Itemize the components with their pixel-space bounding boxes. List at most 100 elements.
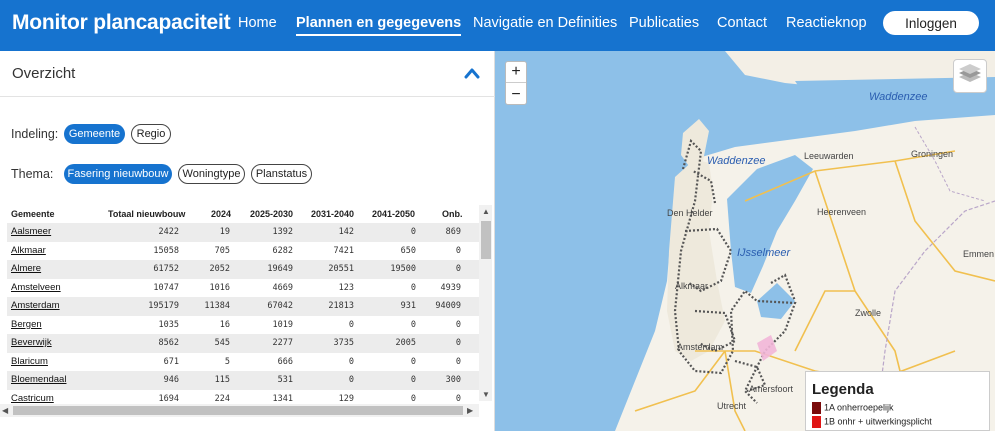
zoom-in-button[interactable]: + xyxy=(506,62,526,83)
table-cell: 1016 xyxy=(209,282,230,293)
gemeente-link[interactable]: Bloemendaal xyxy=(11,374,66,385)
top-navigation-bar: Monitor plancapaciteit Home Plannen en g… xyxy=(0,0,995,51)
indeling-regio-toggle[interactable]: Regio xyxy=(131,124,171,144)
map-label-amersfoort: Amersfoort xyxy=(749,384,794,394)
table-cell: 19649 xyxy=(267,264,293,274)
table-cell: 0 xyxy=(455,393,461,404)
map-label-leeuwarden: Leeuwarden xyxy=(804,151,854,161)
gemeente-link[interactable]: Almere xyxy=(11,263,41,274)
table-row[interactable]: Amsterdam 195179 11384 67042 21813 931 94009 xyxy=(7,297,479,316)
table-cell: 666 xyxy=(277,356,293,367)
table-cell: 142 xyxy=(338,227,354,237)
column-header-gemeente[interactable]: Gemeente xyxy=(11,209,55,219)
legend-item: 1B onhr + uitwerkingsplicht xyxy=(812,416,932,428)
table-cell: 16 xyxy=(219,319,230,330)
map-label-den-helder: Den Helder xyxy=(667,208,713,218)
table-row[interactable]: Bergen 1035 16 1019 0 0 0 xyxy=(7,316,479,335)
table-vertical-scrollbar[interactable]: ▲ ▼ xyxy=(479,205,492,401)
brand-title[interactable]: Monitor plancapaciteit xyxy=(12,11,231,35)
table-cell: 10747 xyxy=(153,282,179,293)
overview-panel: Overzicht Indeling: Gemeente Regio Thema… xyxy=(0,51,495,431)
table-cell: 869 xyxy=(445,227,461,237)
nav-plannen-en-gegevens[interactable]: Plannen en gegegevens xyxy=(296,15,462,36)
scroll-right-icon[interactable]: ▶ xyxy=(467,406,473,415)
table-row[interactable]: Amstelveen 10747 1016 4669 123 0 4939 xyxy=(7,279,479,298)
overview-header[interactable]: Overzicht xyxy=(0,51,495,97)
map-label-emmen: Emmen xyxy=(963,249,995,259)
table-cell: 650 xyxy=(400,245,416,256)
layers-button[interactable] xyxy=(953,59,987,93)
table-horizontal-scrollbar[interactable]: ◀ ▶ xyxy=(0,404,479,417)
map-label-ijsselmeer: IJsselmeer xyxy=(737,247,791,259)
table-cell: 0 xyxy=(455,338,461,348)
layers-icon xyxy=(959,64,981,82)
zoom-out-button[interactable]: − xyxy=(506,84,526,105)
table-row[interactable]: Blaricum 671 5 666 0 0 0 xyxy=(7,353,479,372)
nav-home[interactable]: Home xyxy=(238,15,277,31)
table-cell: 0 xyxy=(410,356,416,367)
table-cell: 671 xyxy=(163,356,179,367)
column-header-2031-2040[interactable]: 2031-2040 xyxy=(311,209,354,219)
column-header-onb[interactable]: Onb. xyxy=(442,209,463,219)
column-header-2041-2050[interactable]: 2041-2050 xyxy=(372,209,415,219)
table-cell: 115 xyxy=(214,375,230,385)
thema-woningtype-toggle[interactable]: Woningtype xyxy=(178,164,245,184)
thema-planstatus-toggle[interactable]: Planstatus xyxy=(251,164,312,184)
gemeente-link[interactable]: Aalsmeer xyxy=(11,226,51,237)
nav-navigatie-en-definities[interactable]: Navigatie en Definities xyxy=(473,15,617,31)
gemeente-link[interactable]: Alkmaar xyxy=(11,245,46,256)
chevron-up-icon[interactable] xyxy=(464,66,480,80)
table-cell: 224 xyxy=(214,393,230,404)
table-cell: 2277 xyxy=(272,338,293,348)
table-cell: 0 xyxy=(410,227,416,237)
table-row[interactable]: Almere 61752 2052 19649 20551 19500 0 xyxy=(7,260,479,279)
nav-reactieknop[interactable]: Reactieknop xyxy=(786,15,867,31)
table-cell: 531 xyxy=(277,375,293,385)
table-cell: 0 xyxy=(410,319,416,330)
table-cell: 1694 xyxy=(158,393,179,404)
table-cell: 0 xyxy=(455,356,461,367)
column-header-2024[interactable]: 2024 xyxy=(211,209,231,219)
table-cell: 2052 xyxy=(209,264,230,274)
map-label-waddenzee: Waddenzee xyxy=(707,155,766,167)
nav-contact[interactable]: Contact xyxy=(717,15,767,31)
table-row[interactable]: Beverwijk 8562 545 2277 3735 2005 0 xyxy=(7,334,479,353)
column-header-2025-2030[interactable]: 2025-2030 xyxy=(250,209,293,219)
table-cell: 1035 xyxy=(158,319,179,330)
column-header-totaal[interactable]: Totaal nieuwbouw xyxy=(108,209,185,219)
table-cell: 15058 xyxy=(153,245,179,256)
gemeente-link[interactable]: Castricum xyxy=(11,393,54,404)
thema-fasering-toggle[interactable]: Fasering nieuwbouw xyxy=(64,164,172,184)
table-cell: 0 xyxy=(410,393,416,404)
gemeente-link[interactable]: Amstelveen xyxy=(11,282,61,293)
scroll-left-icon[interactable]: ◀ xyxy=(2,406,8,415)
gemeente-link[interactable]: Bergen xyxy=(11,319,42,330)
gemeente-link[interactable]: Beverwijk xyxy=(11,337,52,348)
nav-publicaties[interactable]: Publicaties xyxy=(629,15,699,31)
table-row[interactable]: Aalsmeer 2422 19 1392 142 0 869 xyxy=(7,223,479,242)
legend-title: Legenda xyxy=(812,381,874,398)
table-cell: 11384 xyxy=(204,301,230,311)
table-row[interactable]: Alkmaar 15058 705 6282 7421 650 0 xyxy=(7,242,479,261)
table-cell: 4939 xyxy=(440,282,461,293)
table-cell: 8562 xyxy=(158,338,179,348)
login-button[interactable]: Inloggen xyxy=(883,11,979,35)
scroll-thumb-horizontal[interactable] xyxy=(13,406,463,415)
gemeente-link[interactable]: Blaricum xyxy=(11,356,48,367)
map-label-alkmaar: Alkmaar xyxy=(675,281,709,291)
gemeente-link[interactable]: Amsterdam xyxy=(11,300,60,311)
table-cell: 0 xyxy=(455,264,461,274)
scroll-up-icon[interactable]: ▲ xyxy=(482,207,490,216)
table-cell: 0 xyxy=(455,245,461,256)
indeling-label: Indeling: xyxy=(11,127,59,141)
table-row[interactable]: Bloemendaal 946 115 531 0 0 300 xyxy=(7,371,479,390)
legend-label-1a: 1A onherroepelijk xyxy=(824,402,894,413)
scroll-down-icon[interactable]: ▼ xyxy=(482,390,490,399)
legend-item: 1A onherroepelijk xyxy=(812,402,894,414)
table-cell: 931 xyxy=(400,301,416,311)
scroll-thumb[interactable] xyxy=(481,221,491,259)
map-label-groningen: Groningen xyxy=(911,149,954,159)
indeling-gemeente-toggle[interactable]: Gemeente xyxy=(64,124,125,144)
map-label-utrecht: Utrecht xyxy=(717,401,747,411)
table-cell: 195179 xyxy=(148,301,179,311)
